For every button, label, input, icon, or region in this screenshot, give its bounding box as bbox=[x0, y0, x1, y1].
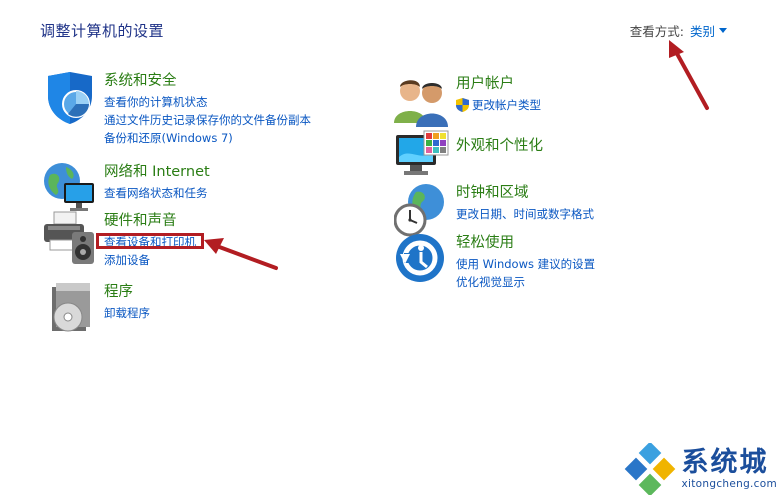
view-by-value: 类别 bbox=[689, 24, 715, 39]
watermark-text-cn: 系统城 bbox=[681, 447, 769, 478]
category-title-appearance-personalization[interactable]: 外观和个性化 bbox=[456, 137, 543, 156]
category-ease-of-access: 轻松使用 使用 Windows 建议的设置 优化视觉显示 bbox=[394, 234, 595, 291]
category-title-programs[interactable]: 程序 bbox=[104, 283, 150, 302]
shield-icon[interactable] bbox=[42, 70, 98, 126]
watermark-text-en: xitongcheng.com bbox=[681, 478, 777, 490]
monitor-palette-icon[interactable] bbox=[394, 129, 450, 185]
chevron-down-icon bbox=[719, 28, 727, 33]
category-user-accounts: 用户帐户 更改帐户类型 bbox=[394, 75, 541, 129]
users-icon[interactable] bbox=[394, 73, 450, 129]
link-view-computer-status[interactable]: 查看你的计算机状态 bbox=[104, 93, 311, 111]
watermark-logo-icon bbox=[624, 443, 675, 495]
printer-speaker-icon[interactable] bbox=[42, 210, 98, 266]
link-view-devices-printers[interactable]: 查看设备和打印机 bbox=[104, 233, 196, 251]
clock-globe-icon[interactable] bbox=[394, 182, 450, 238]
category-programs: 程序 卸载程序 bbox=[42, 283, 150, 337]
category-title-hardware-sound[interactable]: 硬件和声音 bbox=[104, 212, 196, 231]
link-optimize-visual-display[interactable]: 优化视觉显示 bbox=[456, 273, 595, 291]
category-title-ease-of-access[interactable]: 轻松使用 bbox=[456, 234, 595, 253]
link-change-account-type[interactable]: 更改帐户类型 bbox=[456, 96, 541, 114]
category-clock-region: 时钟和区域 更改日期、时间或数字格式 bbox=[394, 184, 594, 238]
programs-disc-icon[interactable] bbox=[42, 281, 98, 337]
category-network-internet: 网络和 Internet 查看网络状态和任务 bbox=[42, 163, 210, 217]
view-by-dropdown[interactable]: 类别 bbox=[690, 21, 727, 40]
link-change-date-time-format[interactable]: 更改日期、时间或数字格式 bbox=[456, 205, 594, 223]
link-view-network-status[interactable]: 查看网络状态和任务 bbox=[104, 184, 210, 202]
view-by-control: 查看方式: 类别 bbox=[630, 21, 727, 40]
link-backup-restore[interactable]: 备份和还原(Windows 7) bbox=[104, 129, 311, 147]
view-by-label: 查看方式: bbox=[629, 24, 684, 39]
watermark: 系统城 xitongcheng.com bbox=[624, 443, 777, 495]
page-title: 调整计算机的设置 bbox=[40, 22, 165, 40]
category-hardware-sound: 硬件和声音 查看设备和打印机 添加设备 bbox=[42, 210, 196, 269]
network-globe-icon[interactable] bbox=[42, 161, 98, 217]
category-title-user-accounts[interactable]: 用户帐户 bbox=[456, 75, 541, 94]
link-uninstall-program[interactable]: 卸载程序 bbox=[104, 304, 150, 322]
link-change-account-type-label: 更改帐户类型 bbox=[472, 98, 541, 112]
category-title-clock-region[interactable]: 时钟和区域 bbox=[456, 184, 594, 203]
annotation-arrow-hardware bbox=[204, 238, 278, 270]
category-appearance-personalization: 外观和个性化 bbox=[394, 129, 543, 185]
category-title-network-internet[interactable]: 网络和 Internet bbox=[104, 163, 210, 182]
annotation-arrow-view-by bbox=[669, 40, 709, 110]
link-file-history[interactable]: 通过文件历史记录保存你的文件备份副本 bbox=[104, 111, 311, 129]
category-system-security: 系统和安全 查看你的计算机状态 通过文件历史记录保存你的文件备份副本 备份和还原… bbox=[42, 72, 311, 147]
link-add-device[interactable]: 添加设备 bbox=[104, 251, 196, 269]
link-use-windows-suggested-settings[interactable]: 使用 Windows 建议的设置 bbox=[456, 255, 595, 273]
category-title-system-security[interactable]: 系统和安全 bbox=[104, 72, 311, 91]
uac-shield-icon bbox=[456, 98, 469, 112]
ease-of-access-icon[interactable] bbox=[394, 232, 450, 288]
